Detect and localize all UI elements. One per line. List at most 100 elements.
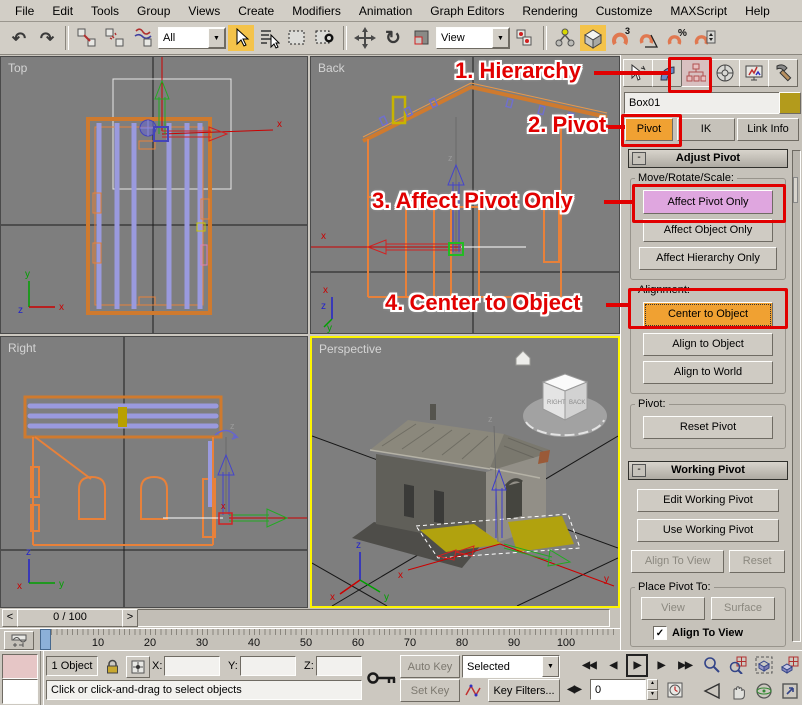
zoom-all-button[interactable] [726, 653, 750, 677]
field-of-view-button[interactable] [700, 679, 724, 703]
menu-rendering[interactable]: Rendering [513, 2, 586, 20]
key-mode-dropdown[interactable]: Selected▼ [462, 655, 560, 678]
place-view-button[interactable]: View [641, 597, 705, 620]
menu-modifiers[interactable]: Modifiers [283, 2, 350, 20]
viewport-perspective[interactable]: Perspective [310, 336, 620, 608]
reference-coordinate-dropdown[interactable]: View▼ [436, 27, 510, 49]
select-by-name-button[interactable] [256, 25, 282, 51]
align-to-view-button[interactable]: Align To View [631, 550, 724, 573]
time-slider-handle[interactable]: 0 / 100 [17, 609, 123, 627]
viewport-right[interactable]: Right z [0, 336, 308, 608]
bind-spacewarp-button[interactable] [130, 25, 156, 51]
select-and-link-button[interactable] [74, 25, 100, 51]
menu-maxscript[interactable]: MAXScript [661, 2, 736, 20]
viewcube-left-label[interactable]: RIGHT [547, 400, 566, 406]
previous-frame-button[interactable]: ◀ [604, 655, 622, 676]
angle-snap-button[interactable] [636, 25, 662, 51]
tab-motion[interactable] [710, 59, 740, 87]
affect-hierarchy-only-button[interactable]: Affect Hierarchy Only [639, 247, 777, 270]
place-surface-button[interactable]: Surface [711, 597, 775, 620]
ik-mode-button[interactable]: IK [677, 118, 735, 141]
home-icon[interactable] [516, 351, 530, 365]
viewcube-right-label[interactable]: BACK [569, 400, 585, 406]
object-name-field[interactable] [624, 92, 780, 114]
align-to-object-button[interactable]: Align to Object [643, 333, 773, 356]
time-slider-prev-button[interactable]: < [2, 609, 18, 627]
track-bar-ruler[interactable]: 0 10 20 30 40 50 60 70 80 90 100 [36, 629, 614, 651]
rollout-working-pivot-header[interactable]: -Working Pivot [628, 461, 788, 480]
menu-file[interactable]: File [6, 2, 43, 20]
menu-graph-editors[interactable]: Graph Editors [421, 2, 513, 20]
edit-working-pivot-button[interactable]: Edit Working Pivot [637, 489, 779, 512]
align-to-view-checkbox[interactable]: ✓ [653, 626, 667, 640]
open-mini-curve-editor-button[interactable] [4, 631, 34, 650]
absolute-mode-transform-button[interactable] [126, 656, 150, 678]
redo-button[interactable]: ↷ [34, 25, 60, 51]
time-slider-next-button[interactable]: > [122, 609, 138, 627]
reset-pivot-button[interactable]: Reset Pivot [643, 416, 773, 439]
window-crossing-button[interactable] [312, 25, 338, 51]
go-to-start-button[interactable]: ◀◀ [578, 655, 600, 676]
pan-view-button[interactable] [726, 679, 750, 703]
selection-filter-dropdown[interactable]: All▼ [158, 27, 226, 49]
menu-views[interactable]: Views [179, 2, 229, 20]
select-and-manipulate-button[interactable] [552, 25, 578, 51]
menu-edit[interactable]: Edit [43, 2, 82, 20]
y-coordinate-field[interactable] [240, 656, 296, 676]
menu-customize[interactable]: Customize [587, 2, 662, 20]
zoom-extents-button[interactable] [752, 653, 776, 677]
go-to-end-button[interactable]: ▶▶ [674, 655, 696, 676]
maxscript-mini-listener-white[interactable] [2, 679, 38, 704]
time-configuration-button[interactable] [664, 679, 686, 700]
use-working-pivot-button[interactable]: Use Working Pivot [637, 519, 779, 542]
select-and-move-button[interactable] [352, 25, 378, 51]
menu-animation[interactable]: Animation [350, 2, 421, 20]
maximize-viewport-toggle-button[interactable] [778, 679, 802, 703]
align-to-world-button[interactable]: Align to World [643, 361, 773, 384]
select-object-button[interactable] [228, 25, 254, 51]
play-animation-button[interactable]: ▶ [626, 654, 648, 677]
next-frame-button[interactable]: ▶ [652, 655, 670, 676]
reset-button[interactable]: Reset [729, 550, 785, 573]
x-coordinate-field[interactable] [164, 656, 220, 676]
select-and-rotate-button[interactable]: ↻ [380, 25, 406, 51]
zoom-extents-all-button[interactable] [778, 653, 802, 677]
current-frame-marker[interactable] [40, 629, 51, 650]
view-cube[interactable]: RIGHT BACK [523, 374, 607, 437]
percent-snap-button[interactable]: % [664, 25, 690, 51]
scrollbar-thumb[interactable] [793, 177, 798, 203]
z-coordinate-field[interactable] [316, 656, 362, 676]
set-key-button[interactable]: Set Key [400, 679, 460, 702]
select-and-scale-button[interactable] [408, 25, 434, 51]
menu-create[interactable]: Create [229, 2, 283, 20]
current-frame-field[interactable]: 0 [590, 679, 646, 700]
panel-scrollbar[interactable] [792, 150, 801, 642]
unlink-button[interactable] [102, 25, 128, 51]
menu-group[interactable]: Group [128, 2, 179, 20]
key-filters-button[interactable]: Key Filters... [488, 679, 560, 702]
key-mode-toggle-button[interactable]: ◀▶ [564, 679, 584, 700]
spinner-snap-button[interactable] [692, 25, 718, 51]
link-info-mode-button[interactable]: Link Info [737, 118, 799, 141]
tab-display[interactable] [739, 59, 769, 87]
selection-lock-toggle[interactable] [102, 656, 122, 676]
viewport-top[interactable]: Top x [0, 56, 308, 334]
pivot-gizmo-back[interactable]: z x [311, 117, 526, 255]
snaps-3d-button[interactable]: 3 [608, 25, 634, 51]
object-color-swatch[interactable] [779, 92, 801, 114]
auto-key-button[interactable]: Auto Key [400, 655, 460, 678]
rectangular-selection-region-button[interactable] [284, 25, 310, 51]
snaps-toggle-button[interactable] [580, 25, 606, 51]
undo-button[interactable]: ↶ [6, 25, 32, 51]
zoom-button[interactable] [700, 653, 724, 677]
spinner-up-icon[interactable]: ▲ [647, 679, 658, 690]
frame-spinner[interactable]: ▲ ▼ [647, 679, 658, 700]
set-keys-button[interactable] [366, 657, 398, 699]
arc-rotate-button[interactable] [752, 679, 776, 703]
maxscript-mini-listener-pink[interactable] [2, 654, 38, 679]
default-in-out-tangents-button[interactable] [462, 679, 484, 700]
use-pivot-center-button[interactable] [512, 25, 538, 51]
rollout-adjust-pivot-header[interactable]: -Adjust Pivot [628, 149, 788, 168]
spinner-down-icon[interactable]: ▼ [647, 690, 658, 701]
menu-tools[interactable]: Tools [82, 2, 128, 20]
